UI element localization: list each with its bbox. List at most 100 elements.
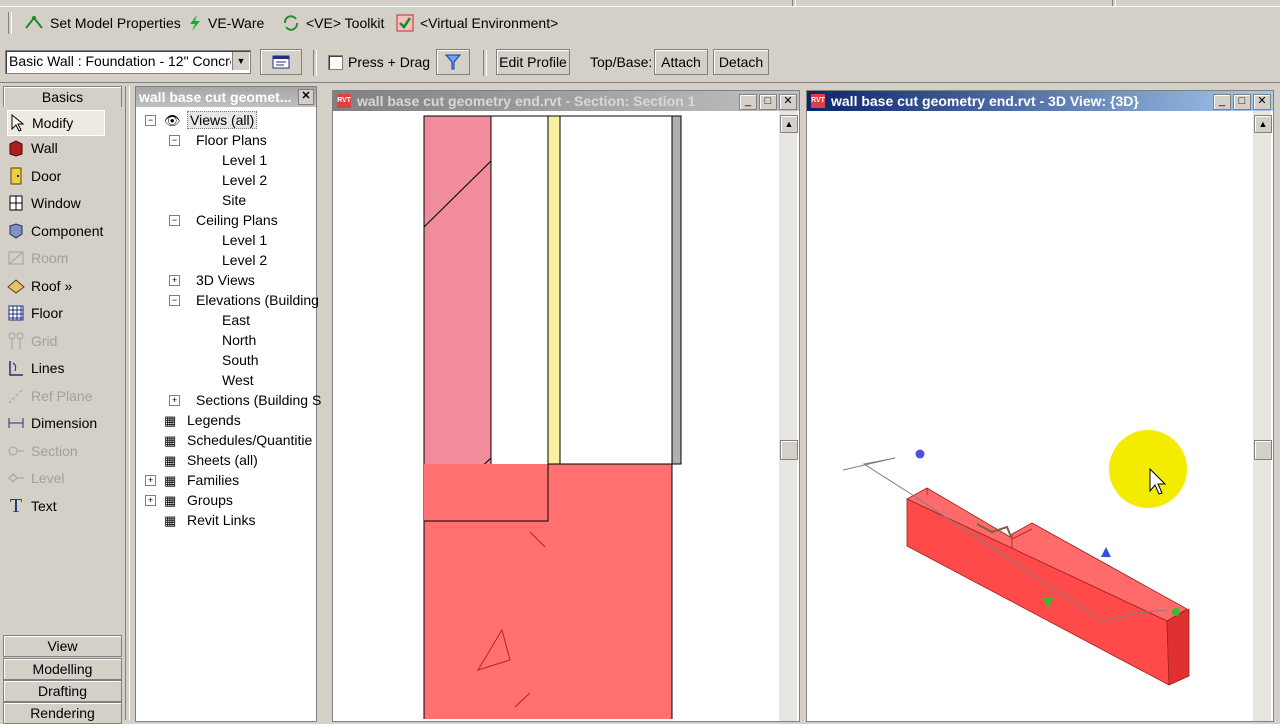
filter-button[interactable] [436, 49, 470, 75]
virtual-environment-button[interactable]: <Virtual Environment> [396, 12, 558, 34]
tree-node-label: Floor Plans [196, 132, 267, 148]
tool-dimension[interactable]: Dimension [7, 411, 97, 435]
tree-node-label: Level 1 [222, 232, 268, 248]
view-3d-scrollbar[interactable]: ▲ [1253, 111, 1272, 721]
press-drag-checkbox[interactable] [328, 55, 343, 70]
door-icon [7, 167, 25, 185]
tool-lines[interactable]: Lines [7, 356, 64, 380]
wall-finish-layer [423, 115, 492, 522]
tree-node[interactable]: 👁 Views (all) [164, 110, 258, 130]
tree-node[interactable]: Level 2 [222, 170, 267, 190]
tab-rendering[interactable]: Rendering [3, 702, 122, 724]
tab-drafting[interactable]: Drafting [3, 680, 122, 702]
tree-node-label: Sections (Building S [196, 392, 322, 408]
tree-node[interactable]: ▦ Groups [164, 490, 233, 510]
section-view-window[interactable]: wall base cut geometry end.rvt - Section… [332, 90, 800, 722]
tool-modify[interactable]: Modify [7, 110, 105, 136]
tree-node-label: Legends [187, 412, 241, 428]
tree-node[interactable]: ▦ Legends [164, 410, 241, 430]
tree-node[interactable]: Level 1 [222, 230, 267, 250]
collapse-toggle[interactable]: − [169, 295, 180, 306]
collapse-toggle[interactable]: − [169, 135, 180, 146]
type-selector[interactable]: Basic Wall : Foundation - 12" Concret ▼ [5, 50, 251, 74]
tool-label: Modify [32, 115, 74, 131]
close-icon[interactable]: ✕ [1253, 94, 1271, 110]
basics-tab[interactable]: Basics [3, 86, 122, 108]
tool-roof[interactable]: Roof » [7, 274, 72, 298]
expand-toggle[interactable]: + [145, 495, 156, 506]
expand-toggle[interactable]: + [145, 475, 156, 486]
expand-toggle[interactable]: + [169, 275, 180, 286]
view-3d-window[interactable]: wall base cut geometry end.rvt - 3D View… [806, 90, 1274, 722]
set-model-properties-button[interactable]: Set Model Properties [24, 12, 181, 34]
foundation-top-part [548, 464, 672, 521]
detach-button[interactable]: Detach [713, 49, 769, 75]
top-base-label: Top/Base: [590, 54, 653, 70]
ref-plane-icon [7, 387, 25, 405]
expand-toggle[interactable]: + [169, 395, 180, 406]
attach-button[interactable]: Attach [654, 49, 708, 75]
tree-node[interactable]: ▦ Revit Links [164, 510, 255, 530]
3d-model-view[interactable] [807, 111, 1253, 719]
tree-node[interactable]: ▦ Sheets (all) [164, 450, 258, 470]
close-icon[interactable]: ✕ [779, 94, 797, 110]
tree-node[interactable]: ▦ Schedules/Quantitie [164, 430, 312, 450]
tool-label: Section [31, 443, 78, 459]
tree-node[interactable]: Level 1 [222, 150, 267, 170]
chevron-down-icon[interactable]: ▼ [232, 52, 249, 70]
section-view-titlebar[interactable]: wall base cut geometry end.rvt - Section… [333, 91, 799, 111]
scroll-thumb[interactable] [780, 440, 798, 460]
ve-ware-button[interactable]: VE-Ware [188, 12, 264, 34]
tree-node-label: North [222, 332, 257, 348]
maximize-icon[interactable]: □ [759, 94, 777, 110]
collapse-toggle[interactable]: − [145, 115, 156, 126]
tool-door[interactable]: Door [7, 164, 61, 188]
tree-node-label: South [222, 352, 259, 368]
type-properties-button[interactable] [260, 49, 302, 75]
tab-modelling[interactable]: Modelling [3, 658, 122, 680]
scroll-up-icon[interactable]: ▲ [1254, 115, 1272, 133]
tree-node[interactable]: North [222, 330, 256, 350]
tool-window[interactable]: Window [7, 191, 81, 215]
tree-node[interactable]: West [222, 370, 254, 390]
scroll-thumb[interactable] [1254, 440, 1272, 460]
ve-ware-icon [190, 15, 200, 31]
collapse-toggle[interactable]: − [169, 215, 180, 226]
ve-toolkit-button[interactable]: <VE> Toolkit [282, 12, 384, 34]
type-selector-value: Basic Wall : Foundation - 12" Concret [9, 53, 231, 69]
tool-label: Dimension [31, 415, 98, 431]
tree-node-label: Schedules/Quantitie [187, 432, 313, 448]
insulation-layer [490, 115, 549, 522]
tree-node[interactable]: Ceiling Plans [196, 210, 278, 230]
edit-profile-button[interactable]: Edit Profile [496, 49, 570, 75]
minimize-icon[interactable]: _ [739, 94, 757, 110]
tree-node[interactable]: Floor Plans [196, 130, 267, 150]
tool-text[interactable]: T Text [7, 494, 57, 518]
section-scrollbar[interactable]: ▲ [779, 111, 798, 721]
scroll-up-icon[interactable]: ▲ [780, 115, 798, 133]
tree-node[interactable]: Site [222, 190, 246, 210]
close-icon[interactable]: ✕ [298, 89, 314, 105]
tree-node[interactable]: South [222, 350, 259, 370]
tree-node[interactable]: East [222, 310, 250, 330]
floor-icon [7, 304, 25, 322]
tree-node-label: Families [187, 472, 240, 488]
tree-node-label: Level 2 [222, 252, 268, 268]
tool-component[interactable]: Component [7, 219, 103, 243]
tree-node[interactable]: ▦ Families [164, 470, 239, 490]
section-drawing[interactable] [337, 115, 777, 719]
minimize-icon[interactable]: _ [1213, 94, 1231, 110]
tree-node[interactable]: Elevations (Building [196, 290, 319, 310]
foundation-end-face [1166, 608, 1190, 686]
maximize-icon[interactable]: □ [1233, 94, 1251, 110]
tree-node[interactable]: Level 2 [222, 250, 267, 270]
panel-splitter[interactable] [125, 86, 130, 720]
tree-node[interactable]: 3D Views [196, 270, 255, 290]
tool-floor[interactable]: Floor [7, 301, 63, 325]
attach-label: Attach [661, 54, 701, 70]
view-3d-titlebar[interactable]: wall base cut geometry end.rvt - 3D View… [807, 91, 1273, 111]
tool-wall[interactable]: Wall [7, 136, 58, 160]
tree-node[interactable]: Sections (Building S [196, 390, 321, 410]
tab-view[interactable]: View [3, 635, 122, 657]
tool-label: Floor [31, 305, 63, 321]
